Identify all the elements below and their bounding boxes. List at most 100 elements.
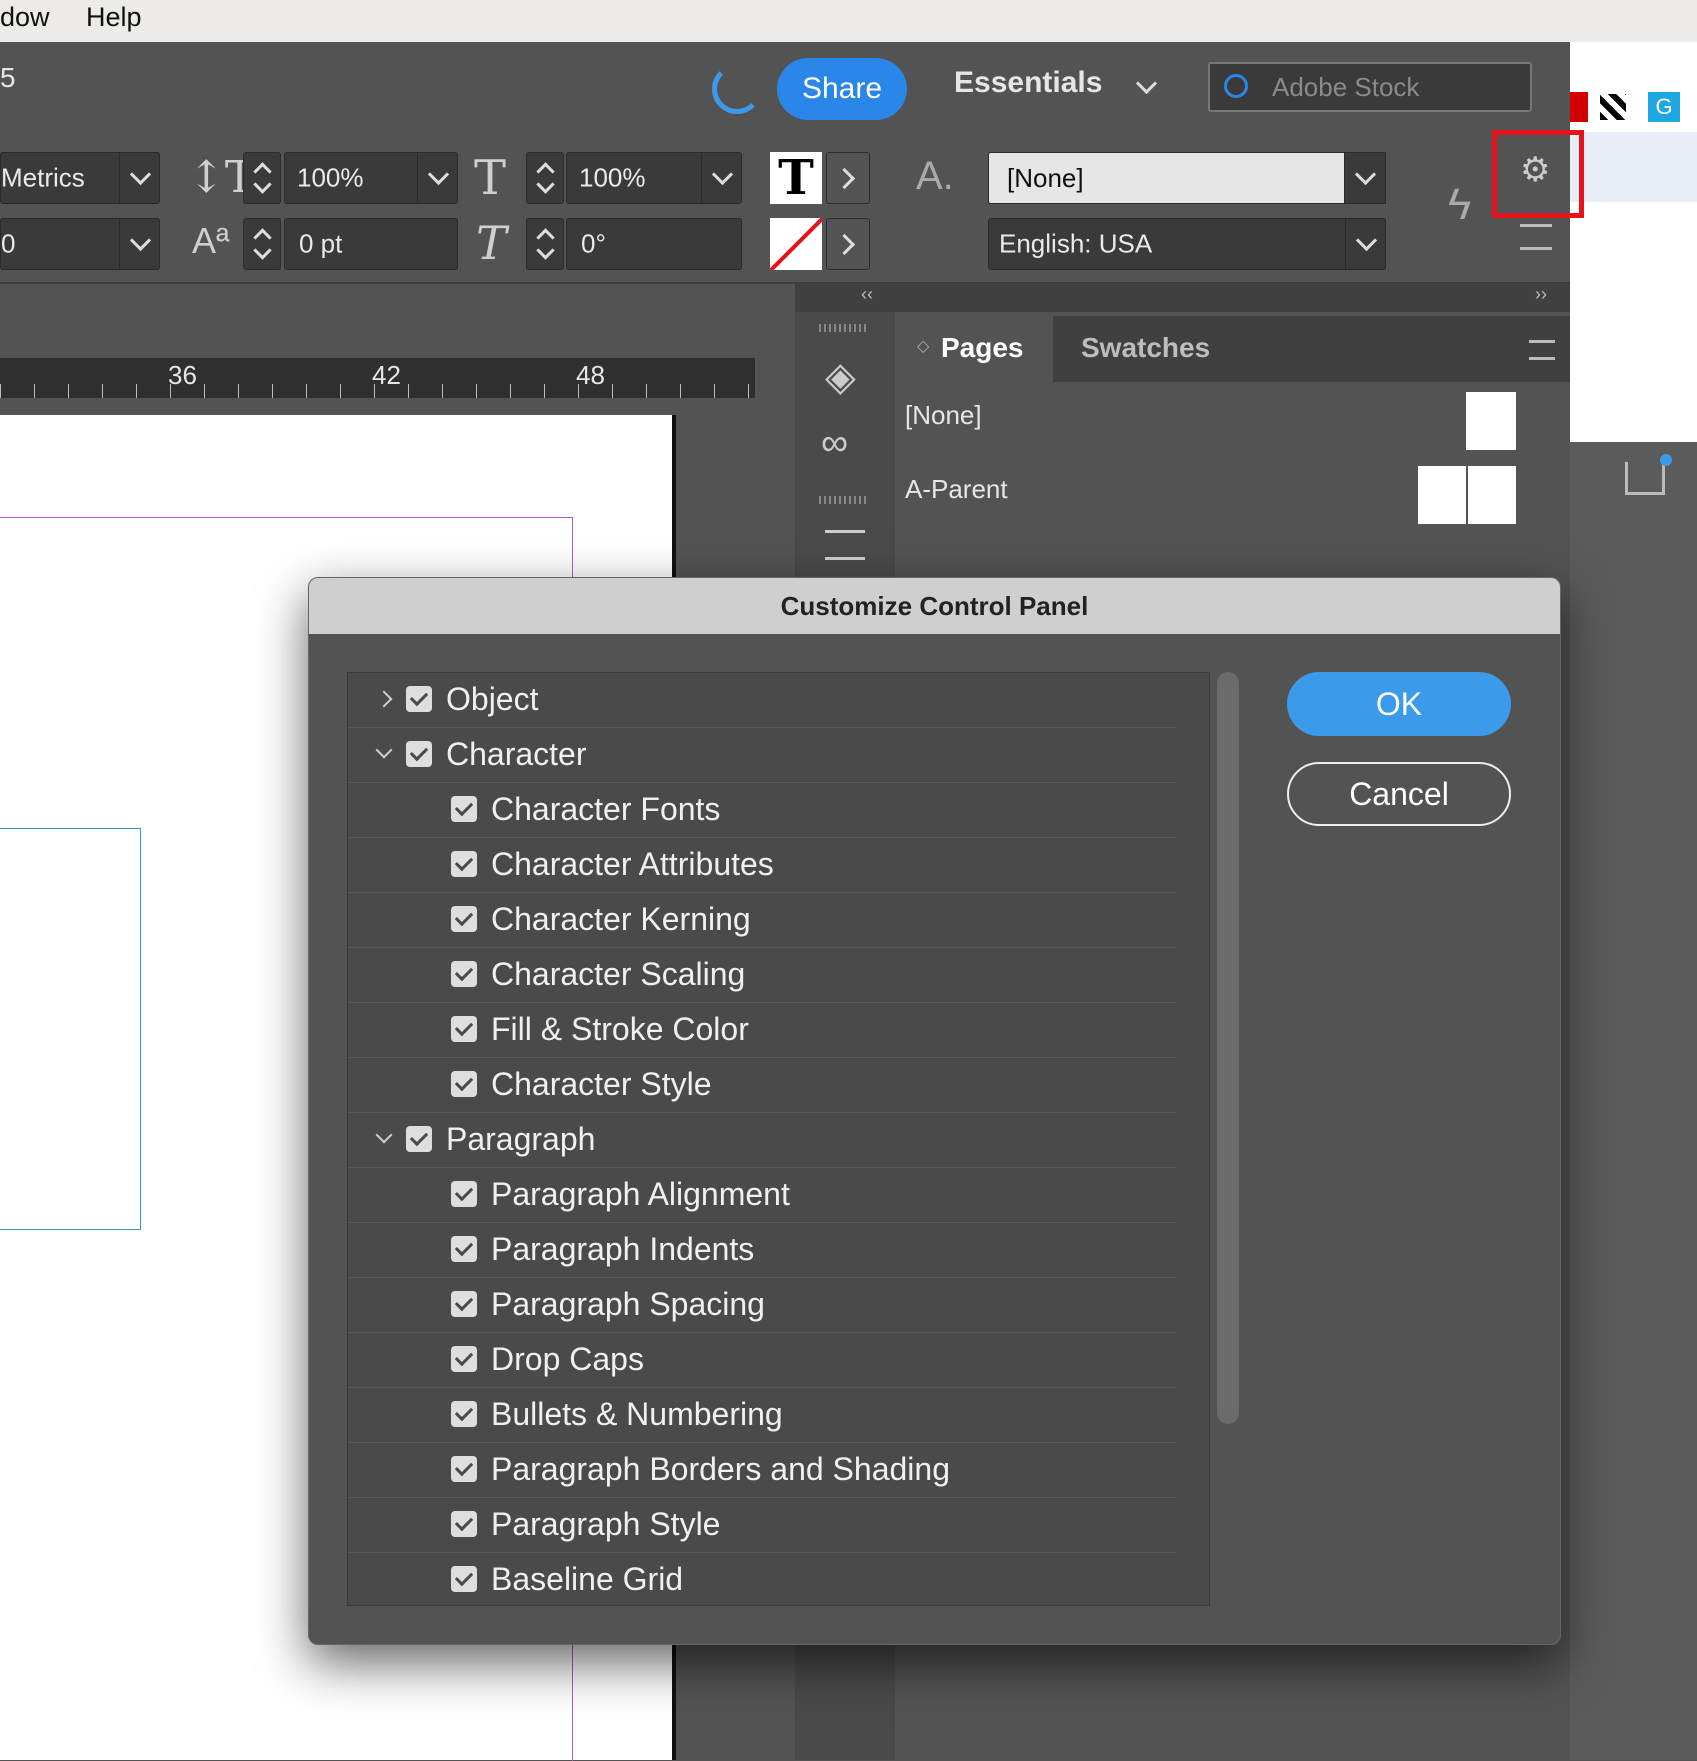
tree-row[interactable]: Paragraph Indents [348, 1223, 1176, 1278]
tree-row[interactable]: Drop Caps [348, 1333, 1176, 1388]
character-style-field[interactable]: [None] [988, 152, 1386, 204]
tree-row[interactable]: Character [348, 728, 1176, 783]
workspace-switcher[interactable]: Essentials [954, 66, 1158, 100]
checkbox[interactable] [406, 741, 432, 767]
tree-row[interactable]: Character Attributes [348, 838, 1176, 893]
scrollbar-thumb[interactable] [1217, 672, 1239, 1424]
kerning-dropdown[interactable] [119, 153, 159, 203]
tree-row[interactable]: Character Style [348, 1058, 1176, 1113]
control-panel: Metrics 0 ↕T 100% Aª 0 pt T 100% T 0° T … [0, 130, 1584, 284]
page-thumbnail-none[interactable] [1466, 392, 1516, 450]
vertical-scale-stepper[interactable] [243, 152, 281, 204]
chevron-right-icon[interactable] [375, 690, 393, 708]
drag-grip[interactable] [819, 324, 867, 332]
g-app-icon: G [1648, 92, 1680, 122]
checkbox[interactable] [451, 1236, 477, 1262]
stepper-down-icon[interactable] [253, 175, 272, 194]
language-field[interactable]: English: USA [988, 218, 1386, 270]
share-export-icon[interactable] [1625, 462, 1665, 495]
tree-row-label: Character Fonts [491, 791, 721, 827]
ok-button[interactable]: OK [1287, 672, 1511, 736]
tree-row-label: Paragraph Borders and Shading [491, 1451, 950, 1487]
checkbox[interactable] [451, 1456, 477, 1482]
page-thumbnail-right[interactable] [1468, 466, 1516, 524]
horizontal-scale-stepper[interactable] [526, 152, 564, 204]
collapse-right-icon[interactable]: ›› [1535, 284, 1547, 305]
vertical-scale-dropdown[interactable] [417, 153, 457, 203]
character-style-dropdown[interactable] [1344, 152, 1386, 204]
language-dropdown[interactable] [1345, 219, 1385, 269]
text-frame[interactable] [0, 828, 141, 1230]
tree-row[interactable]: Character Kerning [348, 893, 1176, 948]
chevron-down-icon[interactable] [375, 1126, 393, 1144]
stroke-menu-button[interactable] [826, 218, 870, 270]
baseline-shift-field[interactable]: 0 pt [284, 218, 458, 270]
share-button[interactable]: Share [777, 58, 907, 120]
checkbox[interactable] [451, 1401, 477, 1427]
drag-grip[interactable] [819, 496, 867, 504]
parent-none-label[interactable]: [None] [905, 400, 982, 431]
tree-row-label: Paragraph Style [491, 1506, 721, 1542]
stacked-lines-icon[interactable] [825, 530, 865, 560]
stroke-color-swatch[interactable] [770, 218, 822, 270]
menu-item-window[interactable]: dow [0, 2, 50, 33]
baseline-shift-stepper[interactable] [243, 218, 281, 270]
tree-row[interactable]: Fill & Stroke Color [348, 1003, 1176, 1058]
checkbox[interactable] [451, 1511, 477, 1537]
tree-row[interactable]: Paragraph [348, 1113, 1176, 1168]
tree-row[interactable]: Baseline Grid [348, 1553, 1176, 1605]
panel-menu-icon[interactable] [1529, 340, 1555, 360]
checkbox[interactable] [451, 1291, 477, 1317]
tree-row[interactable]: Character Scaling [348, 948, 1176, 1003]
tree-row[interactable]: Paragraph Borders and Shading [348, 1443, 1176, 1498]
skew-stepper[interactable] [526, 218, 564, 270]
tree-row[interactable]: Paragraph Alignment [348, 1168, 1176, 1223]
tree-row[interactable]: Bullets & Numbering [348, 1388, 1176, 1443]
checkbox[interactable] [451, 961, 477, 987]
stepper-down-icon[interactable] [536, 241, 555, 260]
menu-item-help[interactable]: Help [86, 2, 142, 33]
chevron-down-icon[interactable] [375, 741, 393, 759]
notification-dot [1660, 454, 1672, 466]
parent-a-label[interactable]: A-Parent [905, 474, 1008, 505]
fill-menu-button[interactable] [826, 152, 870, 204]
tracking-dropdown[interactable] [119, 219, 159, 269]
language-value: English: USA [999, 228, 1153, 259]
stepper-down-icon[interactable] [253, 241, 272, 260]
checkbox[interactable] [406, 1126, 432, 1152]
kerning-field[interactable]: Metrics [0, 152, 160, 204]
checkbox[interactable] [451, 851, 477, 877]
stepper-down-icon[interactable] [536, 175, 555, 194]
checkbox[interactable] [451, 1566, 477, 1592]
collapse-left-icon[interactable]: ‹‹ [861, 284, 873, 305]
vertical-scale-field[interactable]: 100% [284, 152, 458, 204]
links-icon[interactable]: ∞ [821, 422, 848, 465]
tree-row[interactable]: Paragraph Spacing [348, 1278, 1176, 1333]
checkbox[interactable] [451, 1071, 477, 1097]
page-thumbnail-left[interactable] [1418, 466, 1466, 524]
checkbox[interactable] [406, 686, 432, 712]
horizontal-scale-dropdown[interactable] [701, 153, 741, 203]
tree-row[interactable]: Paragraph Style [348, 1498, 1176, 1553]
panel-menu-icon[interactable] [1520, 224, 1552, 250]
checkbox[interactable] [451, 796, 477, 822]
tracking-field[interactable]: 0 [0, 218, 160, 270]
skew-field[interactable]: 0° [566, 218, 742, 270]
cancel-button[interactable]: Cancel [1287, 762, 1511, 826]
tree-row[interactable]: Object [348, 673, 1176, 728]
checkbox[interactable] [451, 1181, 477, 1207]
checkbox[interactable] [451, 1346, 477, 1372]
checkbox[interactable] [451, 1016, 477, 1042]
tab-swatches[interactable]: Swatches [1081, 332, 1210, 364]
gear-icon[interactable]: ⚙ [1520, 150, 1550, 190]
checkbox[interactable] [451, 906, 477, 932]
tab-pages[interactable]: ◇ Pages [897, 316, 1053, 382]
options-tree: Object Character Character Fonts Character … [347, 672, 1210, 1606]
tree-row[interactable]: Character Fonts [348, 783, 1176, 838]
fill-color-swatch[interactable]: T [770, 152, 822, 204]
horizontal-scale-field[interactable]: 100% [566, 152, 742, 204]
quick-apply-icon[interactable]: ϟ [1448, 180, 1471, 230]
menu-bar: dow Help [0, 0, 1697, 42]
stock-search-field[interactable]: Adobe Stock [1208, 62, 1532, 112]
layers-icon[interactable]: ◈ [825, 354, 856, 400]
